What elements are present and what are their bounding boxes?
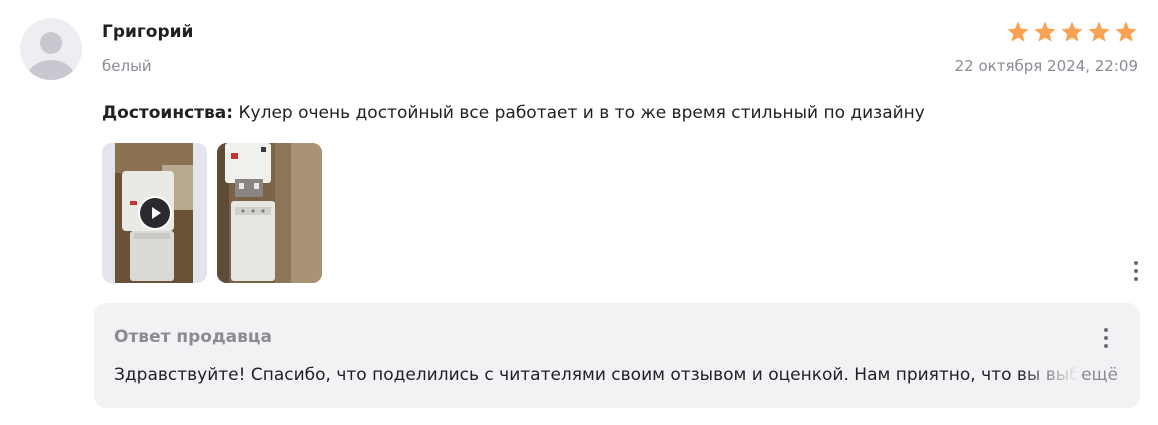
review-media: [102, 143, 322, 283]
pros-label: Достоинства:: [102, 103, 234, 123]
review-pros: Достоинства: Кулер очень достойный все р…: [102, 103, 925, 123]
user-placeholder-icon: [27, 32, 75, 80]
star-icon: [1088, 21, 1110, 42]
star-icon: [1061, 21, 1083, 42]
star-icon: [1034, 21, 1056, 42]
text-fade: [1018, 359, 1078, 393]
review-more-button[interactable]: [1126, 255, 1146, 287]
play-button[interactable]: [138, 196, 172, 230]
seller-reply: Ответ продавца Здравствуйте! Спасибо, чт…: [94, 303, 1140, 408]
seller-reply-title: Ответ продавца: [114, 327, 272, 347]
more-vertical-icon: [1104, 328, 1108, 332]
play-icon: [140, 198, 170, 228]
review-date: 22 октября 2024, 22:09: [954, 57, 1138, 75]
more-vertical-icon: [1134, 261, 1138, 265]
pros-text: Кулер очень достойный все работает и в т…: [233, 103, 925, 123]
seller-reply-more-button[interactable]: [1096, 323, 1116, 353]
review-author: Григорий: [102, 22, 194, 42]
star-icon: [1115, 21, 1137, 42]
water-cooler-photo: [217, 143, 322, 283]
expand-link[interactable]: ещё: [1077, 365, 1118, 385]
star-icon: [1007, 21, 1029, 42]
rating-stars: [1006, 20, 1138, 44]
video-thumbnail[interactable]: [102, 143, 207, 283]
seller-reply-text: Здравствуйте! Спасибо, что поделились с …: [114, 365, 1104, 385]
avatar: [20, 18, 82, 80]
product-variant: белый: [102, 57, 152, 75]
photo-thumbnail[interactable]: [217, 143, 322, 283]
